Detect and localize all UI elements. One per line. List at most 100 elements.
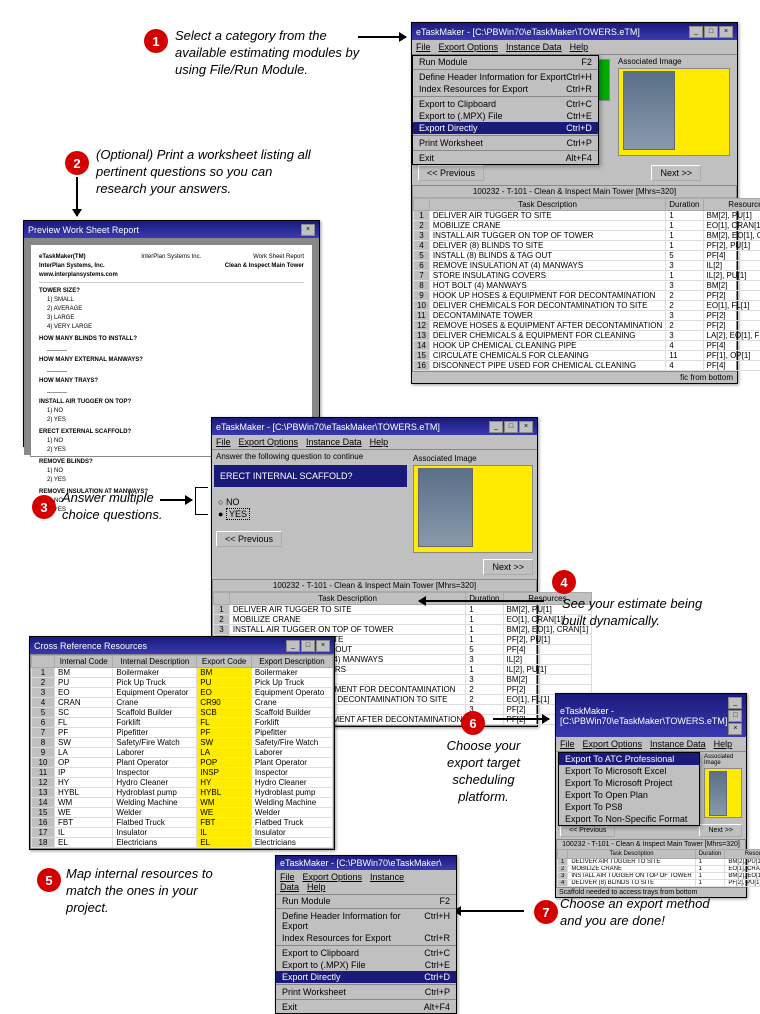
arrow-2: [76, 177, 78, 216]
menu-item[interactable]: Export to (.MPX) FileCtrl+E: [276, 959, 456, 971]
titlebar: eTaskMaker - [C:\PBWin70\eTaskMaker\TOWE…: [412, 23, 737, 40]
table-row[interactable]: 1DELIVER AIR TUGGER TO SITE1BM[2], PU[1]: [214, 605, 592, 615]
table-row[interactable]: 13HYBLHydroblast pumpHYBLHydroblast pump: [32, 788, 333, 798]
menu-item[interactable]: Export To Non-Specific Format: [559, 813, 699, 825]
table-row[interactable]: 6REMOVE INSULATION AT (4) MANWAYS3IL[2]: [414, 261, 760, 271]
close-icon[interactable]: ×: [301, 224, 315, 236]
menu-export[interactable]: Export Options: [439, 42, 499, 52]
table-row[interactable]: 15CIRCULATE CHEMICALS FOR CLEANING11PF[1…: [414, 351, 760, 361]
window-step6: eTaskMaker - [C:\PBWin70\eTaskMaker\TOWE…: [555, 693, 747, 898]
table-row[interactable]: 16DISCONNECT PIPE USED FOR CHEMICAL CLEA…: [414, 361, 760, 371]
next-button[interactable]: Next >>: [483, 559, 533, 575]
window-controls: _□×: [688, 25, 733, 38]
menu-item[interactable]: Export DirectlyCtrl+D: [413, 122, 598, 134]
table-row[interactable]: 16FBTFlatbed TruckFBTFlatbed Truck: [32, 818, 333, 828]
arrow-3: [160, 499, 192, 501]
table-row[interactable]: 2MOBILIZE CRANE1EO[1], CRAN[1]: [214, 615, 592, 625]
status-hint: fic from bottom: [412, 372, 737, 383]
step-5-badge: 5: [37, 868, 61, 892]
table-row[interactable]: 8HOT BOLT (4) MANWAYS3BM[2]: [414, 281, 760, 291]
table-row[interactable]: 2PUPick Up TruckPUPick Up Truck: [32, 678, 333, 688]
table-row[interactable]: 11DECONTAMINATE TOWER3PF[2]: [414, 311, 760, 321]
menubar: File Export Options Instance Data Help: [412, 40, 737, 55]
menu-item[interactable]: Export to ClipboardCtrl+C: [276, 947, 456, 959]
table-row[interactable]: 6FLForkliftFLForklift: [32, 718, 333, 728]
table-row[interactable]: 11IPInspectorINSPInspector: [32, 768, 333, 778]
menu-item[interactable]: ExitAlt+F4: [413, 152, 598, 164]
table-row[interactable]: 1DELIVER AIR TUGGER TO SITE1BM[2], PU[1]: [558, 859, 760, 866]
menu-item[interactable]: Run ModuleF2: [276, 895, 456, 907]
table-row[interactable]: 8SWSafety/Fire WatchSWSafety/Fire Watch: [32, 738, 333, 748]
titlebar: Preview Work Sheet Report×: [24, 221, 319, 238]
table-row[interactable]: 17ILInsulatorILInsulator: [32, 828, 333, 838]
menu-item[interactable]: Define Header Information for ExportCtrl…: [413, 71, 598, 83]
menu-item[interactable]: ExitAlt+F4: [276, 1001, 456, 1013]
menu-item[interactable]: Export To PS8: [559, 801, 699, 813]
close-icon[interactable]: ×: [719, 26, 733, 38]
table-row[interactable]: 4DELIVER (8) BLINDS TO SITE1PF[2], PU[1]: [414, 241, 760, 251]
table-row[interactable]: 3INSTALL AIR TUGGER ON TOP OF TOWER1BM[2…: [414, 231, 760, 241]
file-dropdown: Run ModuleF2 Define Header Information fo…: [412, 55, 599, 165]
table-row[interactable]: 15WEWelderWEWelder: [32, 808, 333, 818]
max-icon[interactable]: □: [704, 26, 718, 38]
prev-button[interactable]: << Previous: [216, 531, 282, 547]
menu-item[interactable]: Define Header Information for ExportCtrl…: [276, 910, 456, 932]
table-row[interactable]: 3INSTALL AIR TUGGER ON TOP OF TOWER1BM[2…: [214, 625, 592, 635]
table-row[interactable]: 2MOBILIZE CRANE1EO[1], CRAN[1]: [414, 221, 760, 231]
table-row[interactable]: 5SCScaffold BuilderSCBScaffold Builder: [32, 708, 333, 718]
menu-help[interactable]: Help: [570, 42, 589, 52]
associated-image: [704, 768, 742, 818]
table-row[interactable]: 14WMWelding MachineWMWelding Machine: [32, 798, 333, 808]
menu-item[interactable]: Export To ATC Professional: [559, 753, 699, 765]
table-row[interactable]: 10OPPlant OperatorPOPPlant Operator: [32, 758, 333, 768]
table-row[interactable]: 7STORE INSULATING COVERS1IL[2], PU[1]: [414, 271, 760, 281]
table-row[interactable]: 9HOOK UP HOSES & EQUIPMENT FOR DECONTAMI…: [414, 291, 760, 301]
menu-file[interactable]: File: [416, 42, 431, 52]
menu-item[interactable]: Print WorksheetCtrl+P: [413, 137, 598, 149]
menu-item[interactable]: Export to (.MPX) FileCtrl+E: [413, 110, 598, 122]
menu-item[interactable]: Index Resources for ExportCtrl+R: [413, 83, 598, 95]
menu-item[interactable]: Export To Open Plan: [559, 789, 699, 801]
window-title: eTaskMaker - [C:\PBWin70\eTaskMaker\TOWE…: [416, 27, 640, 37]
table-row[interactable]: 12REMOVE HOSES & EQUIPMENT AFTER DECONTA…: [414, 321, 760, 331]
table-row[interactable]: 3EOEquipment OperatorEOEquipment Operato: [32, 688, 333, 698]
table-row[interactable]: 9LALaborerLALaborer: [32, 748, 333, 758]
table-row[interactable]: 4DELIVER (8) BLINDS TO SITE1PF[2], PU[1]: [558, 880, 760, 887]
menu-item[interactable]: Print WorksheetCtrl+P: [276, 986, 456, 998]
answer-no[interactable]: ○ NO: [218, 497, 403, 507]
task-grid: 100232 - T-101 - Clean & Inspect Main To…: [412, 185, 737, 372]
associated-image: [618, 68, 730, 156]
table-row[interactable]: 7PFPipefitterPFPipefitter: [32, 728, 333, 738]
arrow-6: [493, 718, 549, 720]
table-row[interactable]: 1BMBoilermakerBMBoilermaker: [32, 668, 333, 678]
menu-item[interactable]: Run ModuleF2: [413, 56, 598, 68]
table-row[interactable]: 5INSTALL (8) BLINDS & TAG OUT5PF[4]: [414, 251, 760, 261]
table-row[interactable]: 3INSTALL AIR TUGGER ON TOP OF TOWER1BM[2…: [558, 873, 760, 880]
menu-item[interactable]: Export To Microsoft Project: [559, 777, 699, 789]
min-icon[interactable]: _: [689, 26, 703, 38]
table-row[interactable]: 2MOBILIZE CRANE1EO[1], CRAN[1]: [558, 866, 760, 873]
table-row[interactable]: 4CRANCraneCR90Crane: [32, 698, 333, 708]
menu-item[interactable]: Export DirectlyCtrl+D: [276, 971, 456, 983]
next-button[interactable]: Next >>: [651, 165, 701, 181]
menu-instance[interactable]: Instance Data: [506, 42, 562, 52]
step-6-badge: 6: [461, 711, 485, 735]
prev-button[interactable]: << Previous: [418, 165, 484, 181]
table-row[interactable]: 14HOOK UP CHEMICAL CLEANING PIPE4PF[4]: [414, 341, 760, 351]
caption-3: Answer multiple choice questions.: [62, 490, 177, 524]
step-7-badge: 7: [534, 900, 558, 924]
table-row[interactable]: 1DELIVER AIR TUGGER TO SITE1BM[2], PU[1]: [414, 211, 760, 221]
arrow-1: [358, 36, 406, 38]
answer-yes[interactable]: ● YES: [218, 509, 403, 519]
table-row[interactable]: 13DELIVER CHEMICALS & EQUIPMENT FOR CLEA…: [414, 331, 760, 341]
table-row[interactable]: 18ELElectriciansELElectricians: [32, 838, 333, 848]
menu-item[interactable]: Index Resources for ExportCtrl+R: [276, 932, 456, 944]
table-row[interactable]: 10DELIVER CHEMICALS FOR DECONTAMINATION …: [414, 301, 760, 311]
menu-item[interactable]: Export To Microsoft Excel: [559, 765, 699, 777]
question-text: ERECT INTERNAL SCAFFOLD?: [214, 465, 407, 487]
question-prompt: Answer the following question to continu…: [212, 450, 409, 463]
file-dropdown: Run ModuleF2 Define Header Information fo…: [276, 895, 456, 1013]
table-row[interactable]: 12HYHydro CleanerHYHydro Cleaner: [32, 778, 333, 788]
menu-item[interactable]: Export to ClipboardCtrl+C: [413, 98, 598, 110]
bracket: [195, 487, 208, 515]
